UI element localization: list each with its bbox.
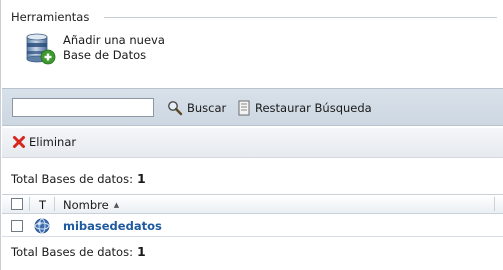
panel: Herramientas Añadir una nueva Base de Da… [0, 0, 503, 270]
add-database-button[interactable]: Añadir una nueva Base de Datos [25, 32, 165, 66]
row-checkbox[interactable] [11, 220, 23, 232]
tools-legend: Herramientas [11, 10, 89, 24]
magnifier-icon [168, 101, 183, 116]
database-name-link[interactable]: mibasededatos [63, 219, 162, 233]
total-databases-bottom: Total Bases de datos: 1 [11, 244, 146, 259]
actions-toolbar: Eliminar [2, 128, 503, 158]
total-count: 1 [136, 244, 146, 259]
search-button[interactable]: Buscar [167, 98, 226, 118]
database-type-icon [34, 218, 50, 234]
select-all-checkbox[interactable] [11, 198, 23, 210]
add-database-label-line2: Base de Datos [63, 48, 147, 62]
restore-search-button[interactable]: Restaurar Búsqueda [237, 98, 372, 118]
restore-search-label: Restaurar Búsqueda [255, 101, 372, 115]
total-label: Total Bases de datos: [11, 245, 133, 259]
red-x-icon [13, 136, 25, 148]
table-header: T Nombre ▲ [2, 194, 503, 214]
total-label: Total Bases de datos: [11, 172, 133, 186]
delete-button-label: Eliminar [29, 135, 77, 149]
document-icon [238, 100, 250, 116]
sort-ascending-icon: ▲ [113, 201, 120, 209]
column-header-name[interactable]: Nombre ▲ [63, 198, 119, 212]
tools-legend-label: Herramientas [11, 10, 90, 24]
total-count: 1 [136, 171, 146, 186]
search-toolbar: Buscar Restaurar Búsqueda [2, 88, 503, 126]
database-add-icon [26, 33, 56, 65]
column-divider [29, 197, 30, 211]
search-button-label: Buscar [187, 101, 227, 115]
table-row: mibasededatos [2, 215, 503, 237]
column-divider [494, 197, 495, 211]
search-input[interactable] [12, 98, 154, 117]
tools-divider [104, 17, 497, 18]
delete-button[interactable]: Eliminar [12, 135, 76, 149]
add-database-label-line1: Añadir una nueva [63, 33, 165, 47]
total-databases-top: Total Bases de datos: 1 [11, 171, 146, 186]
column-header-name-label: Nombre [63, 198, 109, 212]
column-header-type[interactable]: T [39, 198, 46, 212]
column-divider [54, 197, 55, 211]
add-database-label: Añadir una nueva Base de Datos [63, 32, 165, 63]
